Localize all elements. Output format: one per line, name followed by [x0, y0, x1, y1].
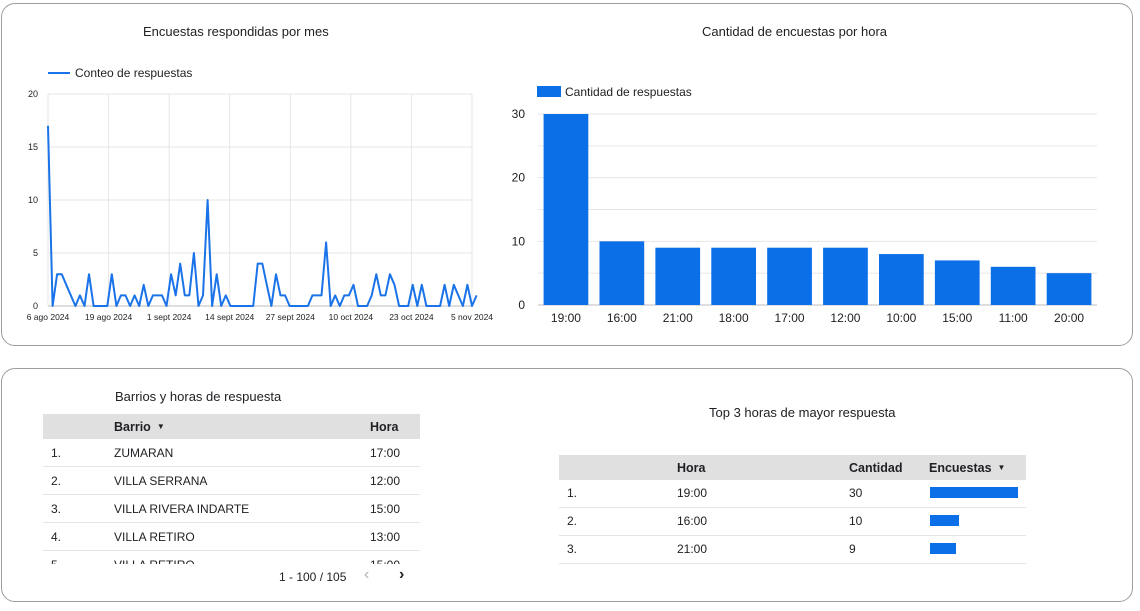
bar	[599, 241, 645, 305]
table-row[interactable]: 3. VILLA RIVERA INDARTE 15:00	[43, 495, 420, 523]
x-tick-label: 15:00	[942, 311, 972, 325]
barrio-cell: VILLA RETIRO	[114, 558, 195, 564]
bar	[823, 247, 868, 305]
barrios-table-title: Barrios y horas de respuesta	[115, 389, 282, 404]
table-row[interactable]: 2. 16:00 10	[559, 508, 1026, 536]
x-tick-label: 19 ago 2024	[85, 312, 133, 322]
top3-table: Hora Cantidad Encuestas ▼ 1. 19:00 30 2. 16:0…	[559, 455, 1026, 565]
barrio-cell: ZUMARAN	[114, 446, 174, 460]
barrio-cell: VILLA RETIRO	[114, 530, 195, 544]
bar	[543, 114, 589, 305]
encuestas-bar	[930, 487, 1018, 498]
hora-cell: 13:00	[370, 530, 401, 544]
hora-cell: 12:00	[370, 474, 401, 488]
row-number: 1.	[51, 446, 62, 460]
chevron-right-icon[interactable]: ›	[399, 566, 404, 584]
bar	[990, 266, 1036, 305]
y-tick-label: 0	[33, 301, 38, 311]
y-tick-label: 10	[28, 195, 38, 205]
table-row[interactable]: 1. ZUMARAN 17:00	[43, 439, 420, 467]
y-tick-label: 5	[33, 248, 38, 258]
bar	[655, 247, 701, 305]
x-tick-label: 10:00	[886, 311, 916, 325]
legend-swatch	[537, 86, 561, 97]
barrios-table-header: Barrio ▼ Hora	[43, 414, 420, 439]
table-row[interactable]: 4. VILLA RETIRO 13:00	[43, 523, 420, 551]
cantidad-cell: 30	[849, 486, 863, 500]
legend-label: Conteo de respuestas	[75, 66, 192, 80]
hora-cell: 21:00	[677, 542, 708, 556]
bar	[1046, 273, 1092, 305]
table-row[interactable]: 1. 19:00 30	[559, 480, 1026, 508]
y-tick-label: 15	[28, 142, 38, 152]
table-row[interactable]: 3. 21:00 9	[559, 536, 1026, 564]
row-number: 2.	[567, 514, 578, 528]
top3-table-title: Top 3 horas de mayor respuesta	[709, 405, 896, 420]
row-number: 4.	[51, 530, 62, 544]
x-tick-label: 20:00	[1054, 311, 1084, 325]
x-tick-label: 27 sept 2024	[266, 312, 315, 322]
column-header-hora[interactable]: Hora	[370, 420, 398, 434]
line-chart: 0 5 10 15 20 6 ago 2024 19 ago 2024 1 sept 2024…	[27, 66, 494, 322]
line-chart-title: Encuestas respondidas por mes	[143, 24, 329, 39]
column-header-encuestas[interactable]: Encuestas ▼	[929, 461, 1005, 475]
hora-cell: 16:00	[677, 514, 708, 528]
top3-table-header: Hora Cantidad Encuestas ▼	[559, 455, 1026, 480]
y-tick-label: 10	[512, 234, 526, 248]
barrio-cell: VILLA SERRANA	[114, 474, 208, 488]
cantidad-cell: 10	[849, 514, 863, 528]
hora-cell: 19:00	[677, 486, 708, 500]
y-tick-label: 20	[512, 171, 526, 185]
bar-chart-title: Cantidad de encuestas por hora	[702, 24, 888, 39]
x-tick-label: 17:00	[775, 311, 805, 325]
y-tick-label: 20	[28, 89, 38, 99]
pagination-label: 1 - 100 / 105	[279, 570, 347, 584]
row-number: 5.	[51, 558, 61, 564]
bar-chart: 0 10 20 30 19:00 16:00 21:00 18:00 17:00 12:00 10:…	[512, 85, 1097, 325]
barrios-table: Barrio ▼ Hora 1. ZUMARAN 17:00 2. VILLA SERRA…	[43, 414, 420, 564]
encuestas-bar	[930, 515, 960, 526]
x-tick-label: 12:00	[830, 311, 860, 325]
y-tick-label: 30	[512, 107, 526, 121]
bar	[934, 260, 980, 305]
legend-label: Cantidad de respuestas	[565, 85, 692, 99]
column-header-hora[interactable]: Hora	[677, 461, 705, 475]
column-header-barrio[interactable]: Barrio ▼	[114, 420, 165, 434]
hora-cell: 17:00	[370, 446, 401, 460]
hora-cell: 15:00	[370, 558, 400, 564]
x-tick-label: 21:00	[663, 311, 693, 325]
table-row[interactable]: 5. VILLA RETIRO 15:00	[43, 551, 420, 564]
caret-down-icon[interactable]: ▼	[157, 422, 165, 431]
x-tick-label: 5 nov 2024	[451, 312, 493, 322]
x-tick-label: 11:00	[999, 311, 1028, 325]
x-tick-label: 19:00	[551, 311, 581, 325]
x-tick-label: 14 sept 2024	[205, 312, 254, 322]
table-row[interactable]: 2. VILLA SERRANA 12:00	[43, 467, 420, 495]
barrio-cell: VILLA RIVERA INDARTE	[114, 502, 250, 516]
cantidad-cell: 9	[849, 542, 856, 556]
series-line	[47, 125, 478, 307]
chevron-left-icon[interactable]: ‹	[364, 566, 369, 584]
x-tick-label: 16:00	[607, 311, 637, 325]
bar	[767, 247, 812, 305]
encuestas-bar	[930, 543, 957, 554]
caret-down-icon[interactable]: ▼	[998, 463, 1006, 472]
row-number: 3.	[567, 542, 578, 556]
x-tick-label: 23 oct 2024	[389, 312, 434, 322]
row-number: 3.	[51, 502, 62, 516]
row-number: 1.	[567, 486, 578, 500]
x-tick-label: 1 sept 2024	[147, 312, 192, 322]
y-tick-label: 0	[518, 298, 525, 312]
hora-cell: 15:00	[370, 502, 401, 516]
bar	[711, 247, 757, 305]
bar	[878, 254, 924, 305]
x-tick-label: 18:00	[719, 311, 749, 325]
column-header-cantidad[interactable]: Cantidad	[849, 461, 902, 475]
row-number: 2.	[51, 474, 62, 488]
x-tick-label: 6 ago 2024	[27, 312, 70, 322]
x-tick-label: 10 oct 2024	[329, 312, 374, 322]
